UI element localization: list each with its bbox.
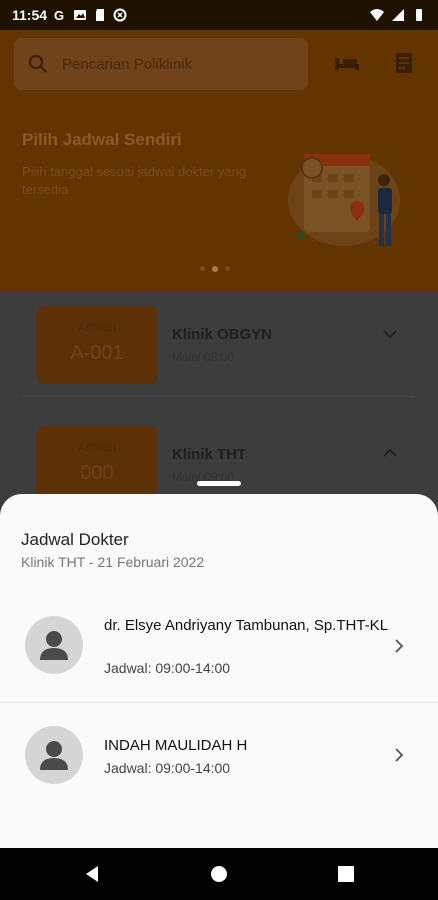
chevron-up-icon[interactable] [382,445,398,461]
clinic-time: Mulai 08:00 [172,350,235,364]
doctor-schedule: Jadwal: 09:00-14:00 [104,760,231,776]
sheet-subtitle: Klinik THT - 21 Februari 2022 [21,554,205,570]
recents-icon[interactable] [336,864,356,884]
signal-icon [392,9,404,21]
bed-icon[interactable] [333,52,361,74]
google-icon: G [54,8,64,22]
queue-card[interactable]: Antrian A-001 [36,306,158,384]
back-icon[interactable] [82,864,102,884]
divider [0,702,438,703]
search-input[interactable]: Pencarian Poliklinik [62,56,192,73]
avatar [25,616,83,674]
doctor-schedule: Jadwal: 09:00-14:00 [104,660,231,676]
person-icon [40,741,68,770]
image-icon [74,10,87,20]
home-icon[interactable] [209,864,229,884]
battery-icon [416,9,422,21]
queue-number: 000 [80,462,114,484]
document-icon[interactable] [393,52,415,74]
chevron-right-icon[interactable] [392,748,406,762]
avatar [25,726,83,784]
carousel-dot-active[interactable] [212,266,218,272]
carousel-indicator [200,266,230,272]
sheet-title: Jadwal Dokter [21,530,129,549]
banner-illustration [288,154,400,246]
clinic-name[interactable]: Klinik THT [172,446,246,463]
status-bar: 11:54 G [0,0,438,30]
header-area: Pencarian Poliklinik Pilih Jadwal Sendir… [0,30,438,292]
divider [22,396,414,397]
queue-label: Antrian [77,320,117,334]
sheet-drag-handle[interactable] [197,481,241,486]
carousel-dot[interactable] [200,266,205,271]
banner-subtitle: Pilih tanggal sesuai jadwal dokter yang … [22,164,247,197]
search-icon [29,55,47,73]
wifi-icon [370,9,384,21]
chevron-down-icon[interactable] [382,326,398,342]
clinic-name[interactable]: Klinik OBGYN [172,326,272,343]
queue-card[interactable]: Antrian 000 [36,426,158,504]
svg-text:G: G [54,8,64,22]
chevron-right-icon[interactable] [392,639,406,653]
banner-title: Pilih Jadwal Sendiri [22,130,182,149]
doctor-name: INDAH MAULIDAH H [104,737,248,754]
system-nav-bar [0,848,438,900]
doctor-schedule-sheet: Jadwal Dokter Klinik THT - 21 Februari 2… [0,494,438,848]
queue-list: Antrian A-001 Klinik OBGYN Mulai 08:00 A… [0,292,438,512]
search-bar[interactable]: Pencarian Poliklinik [14,38,308,90]
carousel-dot[interactable] [225,266,230,271]
status-time: 11:54 [12,7,48,23]
person-icon [40,631,68,660]
doctor-name: dr. Elsye Andriyany Tambunan, Sp.THT-KL [104,617,389,634]
queue-label: Antrian [77,440,117,454]
sd-card-icon [96,9,105,21]
queue-number: A-001 [70,342,124,364]
data-saver-icon [113,8,127,22]
